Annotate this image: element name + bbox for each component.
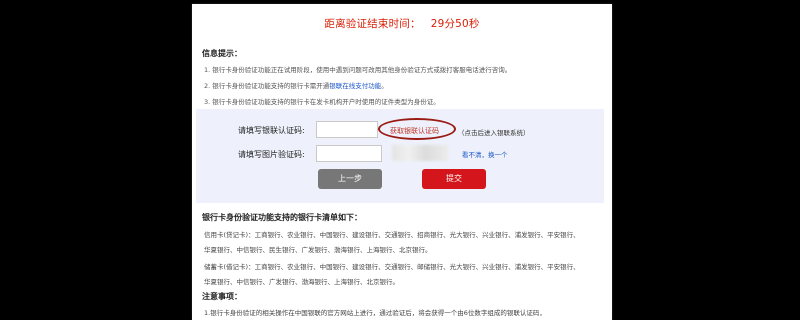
refresh-captcha-link[interactable]: 看不清，换一个 xyxy=(462,149,508,159)
countdown-banner: 距离验证结束时间： 29分50秒 xyxy=(192,16,612,31)
countdown-label: 距离验证结束时间： xyxy=(324,18,421,30)
captcha-label: 请填写图片验证码: xyxy=(238,150,305,159)
captcha-input[interactable] xyxy=(316,145,382,162)
info-line-3: 3. 银行卡身份验证功能支持的银行卡在发卡机构开户时使用的证件类型为身份证。 xyxy=(204,98,440,106)
get-sms-code-link[interactable]: 获取银联认证码 xyxy=(390,126,439,136)
credit-card-banks-1: 信用卡(贷记卡)：工商银行、农业银行、中国银行、建设银行、交通银行、招商银行、光… xyxy=(204,231,580,239)
prev-step-button[interactable]: 上一步 xyxy=(318,169,382,189)
sms-code-input[interactable] xyxy=(316,121,378,138)
notes-line-1: 1.银行卡身份验证的相关操作在中国银联的官方网站上进行，通过验证后，将会获得一个… xyxy=(204,309,546,317)
info-title: 信息提示： xyxy=(202,49,242,58)
info-line-1: 1. 银行卡身份验证功能正在试用阶段，使用中遇到问题可改用其他身份验证方式或拨打… xyxy=(204,66,512,74)
info-line-2-suffix: 。 xyxy=(381,82,388,90)
submit-button[interactable]: 提交 xyxy=(422,169,486,189)
sms-code-label: 请填写银联认证码: xyxy=(238,126,305,135)
captcha-image[interactable] xyxy=(392,145,448,161)
sms-code-hint: （点击后进入银联系统） xyxy=(458,129,530,137)
bank-list-title: 银行卡身份验证功能支持的银行卡清单如下： xyxy=(202,213,362,222)
notes-title: 注意事项： xyxy=(202,292,242,301)
credit-card-banks-2: 华夏银行、中信银行、民生银行、广发银行、渤海银行、上海银行、北京银行。 xyxy=(204,246,432,254)
info-line-2-text: 2. 银行卡身份验证功能支持的银行卡需开通 xyxy=(204,82,330,90)
info-line-2: 2. 银行卡身份验证功能支持的银行卡需开通银联在线支付功能。 xyxy=(204,80,388,90)
countdown-time: 29分50秒 xyxy=(430,18,480,30)
unionpay-online-link[interactable]: 银联在线支付功能 xyxy=(329,82,381,90)
debit-card-banks-1: 储蓄卡(借记卡)：工商银行、农业银行、中国银行、建设银行、交通银行、邮储银行、光… xyxy=(204,263,580,271)
verification-page: 距离验证结束时间： 29分50秒 信息提示： 1. 银行卡身份验证功能正在试用阶段… xyxy=(192,4,612,320)
verification-form: 请填写银联认证码: 获取银联认证码 （点击后进入银联系统） 请填写图片验证码: … xyxy=(196,109,604,203)
debit-card-banks-2: 华夏银行、中信银行、广发银行、渤海银行、上海银行、北京银行。 xyxy=(204,278,399,286)
